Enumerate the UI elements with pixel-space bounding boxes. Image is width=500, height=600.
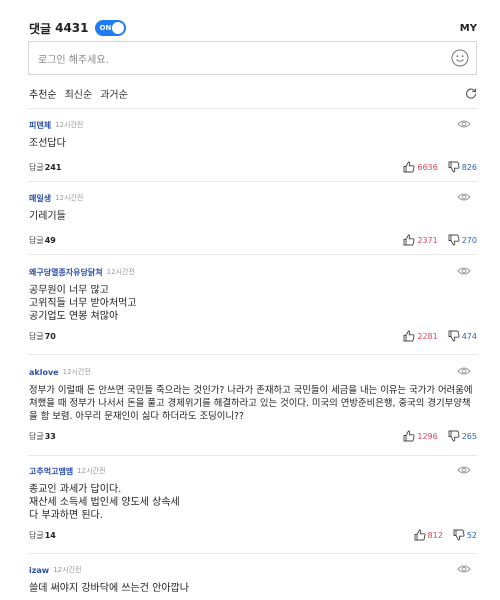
thumbs-down-icon (448, 161, 460, 173)
eye-icon[interactable] (457, 465, 471, 475)
thumbs-down-icon (448, 330, 460, 342)
sort-latest[interactable]: 최신순 (65, 86, 93, 101)
thumbs-down-icon (448, 430, 460, 442)
thumbs-up-icon (403, 161, 415, 173)
like-button[interactable]: 2371 (403, 234, 438, 246)
comment-body: 공무원이 너무 많고 고위직들 너무 받아처먹고 공기업도 연봉 쳐많아 (29, 285, 137, 322)
reply-button[interactable]: 답글14 (29, 530, 56, 541)
like-button[interactable]: 6636 (403, 161, 438, 173)
divider (28, 254, 477, 255)
divider (28, 455, 477, 456)
dislike-button[interactable]: 270 (448, 234, 477, 246)
comments-toggle[interactable]: ON (94, 20, 126, 36)
reply-button[interactable]: 답글49 (29, 235, 56, 246)
reply-count: 33 (44, 431, 56, 441)
divider (28, 108, 477, 109)
like-count: 2371 (417, 235, 438, 245)
dislike-count: 52 (466, 530, 477, 540)
like-button[interactable]: 1296 (403, 430, 438, 442)
comment-time: 12시간전 (53, 566, 82, 574)
my-button[interactable]: MY (460, 23, 477, 34)
like-count: 1296 (417, 431, 438, 441)
eye-icon[interactable] (457, 119, 471, 129)
comment-body: 기레기들 (29, 211, 66, 222)
reply-label: 답글 (29, 331, 44, 341)
reply-button[interactable]: 답글241 (29, 162, 61, 173)
reply-count: 70 (44, 331, 56, 341)
dislike-button[interactable]: 265 (448, 430, 477, 442)
comment-time: 12시간전 (106, 268, 135, 276)
comment-input-placeholder: 로그인 해주세요. (38, 54, 109, 66)
comments-header: 댓글 4431 ON MY (29, 18, 477, 38)
comment-time: 12시간전 (55, 194, 84, 202)
dislike-count: 474 (461, 331, 477, 341)
comment-item: 고추먹고맴맴 12시간전 종교인 과세가 답이다. 재산세 소득세 법인세 양도… (29, 465, 477, 543)
reply-button[interactable]: 답글70 (29, 331, 56, 342)
comment-body: 쓸데 써야지 강바닥에 쓰는건 안아깝나 (29, 583, 189, 594)
comment-author[interactable]: 매일생 (29, 193, 51, 204)
dislike-button[interactable]: 52 (453, 529, 477, 541)
comment-item: izaw 12시간전 쓸데 써야지 강바닥에 쓰는건 안아깝나 (29, 564, 477, 600)
thumbs-up-icon (403, 330, 415, 342)
thumbs-down-icon (453, 529, 465, 541)
comment-input[interactable]: 로그인 해주세요. (28, 41, 477, 75)
like-count: 812 (427, 530, 443, 540)
reply-count: 241 (44, 162, 62, 172)
like-button[interactable]: 812 (414, 529, 443, 541)
comment-body: 정부가 이럴때 돈 안쓰면 국민들 죽으라는 것인가? 나라가 존재하고 국민들… (29, 385, 473, 422)
comment-time: 12시간전 (62, 368, 91, 376)
reply-label: 답글 (29, 530, 44, 540)
reply-button[interactable]: 답글33 (29, 431, 56, 442)
toggle-knob (111, 22, 124, 34)
comment-item: aklove 12시간전 정부가 이럴때 돈 안쓰면 국민들 죽으라는 것인가?… (29, 366, 477, 444)
thumbs-up-icon (403, 234, 415, 246)
reply-label: 답글 (29, 431, 44, 441)
comment-author[interactable]: izaw (29, 566, 49, 575)
thumbs-up-icon (403, 430, 415, 442)
comments-title: 댓글 (29, 21, 52, 36)
comment-author[interactable]: aklove (29, 368, 59, 377)
emoticon-icon[interactable] (451, 49, 469, 67)
sort-bar: 추천순 최신순 과거순 (29, 86, 477, 101)
divider (28, 354, 477, 355)
reply-count: 49 (44, 235, 56, 245)
refresh-icon[interactable] (465, 87, 477, 99)
dislike-button[interactable]: 474 (448, 330, 477, 342)
dislike-count: 270 (461, 235, 477, 245)
comment-item: 왜구당멸종자유당닭쳐 12시간전 공무원이 너무 많고 고위직들 너무 받아처먹… (29, 266, 477, 346)
comment-item: 피덴체 12시간전 조선답다 답글241 6636 826 (29, 119, 477, 174)
comment-time: 12시간전 (77, 467, 106, 475)
sort-oldest[interactable]: 과거순 (100, 86, 128, 101)
comment-body: 종교인 과세가 답이다. 재산세 소득세 법인세 양도세 상속세 다 부과하면 … (29, 484, 180, 521)
eye-icon[interactable] (457, 266, 471, 276)
thumbs-up-icon (414, 529, 426, 541)
comment-author[interactable]: 왜구당멸종자유당닭쳐 (29, 267, 103, 278)
eye-icon[interactable] (457, 564, 471, 574)
sort-recommended[interactable]: 추천순 (29, 86, 57, 101)
like-button[interactable]: 2281 (403, 330, 438, 342)
dislike-count: 826 (461, 162, 477, 172)
comments-count: 4431 (55, 21, 89, 35)
eye-icon[interactable] (457, 366, 471, 376)
thumbs-down-icon (448, 234, 460, 246)
comment-time: 12시간전 (55, 121, 84, 129)
toggle-label: ON (99, 24, 112, 32)
reply-label: 답글 (29, 162, 44, 172)
like-count: 6636 (417, 162, 438, 172)
comment-body: 조선답다 (29, 138, 66, 149)
comment-author[interactable]: 고추먹고맴맴 (29, 466, 73, 477)
comment-item: 매일생 12시간전 기레기들 답글49 2371 270 (29, 192, 477, 247)
divider (28, 181, 477, 182)
comment-author[interactable]: 피덴체 (29, 120, 51, 131)
dislike-button[interactable]: 826 (448, 161, 477, 173)
dislike-count: 265 (461, 431, 477, 441)
divider (28, 553, 477, 554)
eye-icon[interactable] (457, 192, 471, 202)
like-count: 2281 (417, 331, 438, 341)
reply-label: 답글 (29, 235, 44, 245)
reply-count: 14 (44, 530, 56, 540)
